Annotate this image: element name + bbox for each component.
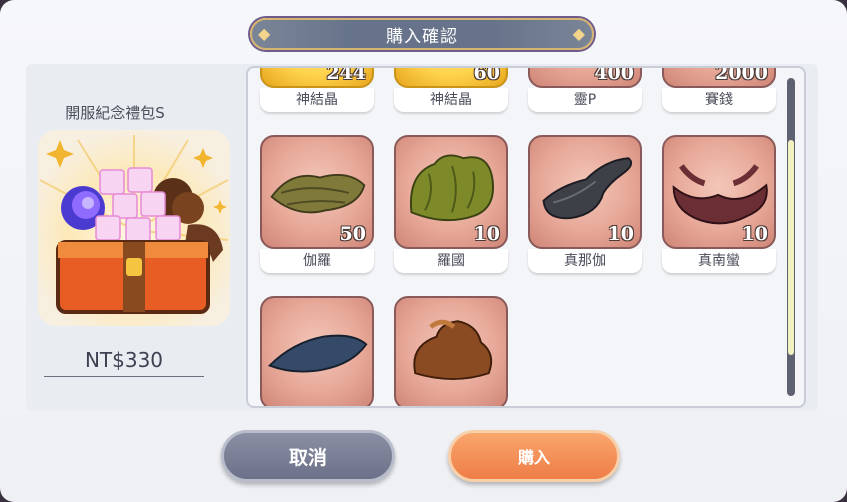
item-label: 神結晶 <box>394 88 508 112</box>
dialog-title-bar: ◆ 購入確認 ◆ <box>250 18 594 50</box>
item-cell[interactable]: 400 靈P <box>528 66 642 114</box>
item-quantity: 10 <box>607 223 634 245</box>
item-cell[interactable]: 10 羅國 <box>394 135 508 275</box>
item-cell[interactable]: 10 真南蠻 <box>662 135 776 275</box>
title-ornament-right-icon: ◆ <box>572 24 586 43</box>
item-tile: 10 <box>394 135 508 249</box>
cancel-button[interactable]: 取消 <box>221 430 395 482</box>
item-quantity: 60 <box>473 66 500 84</box>
treasure-chest-icon <box>38 130 230 326</box>
dialog-title: 購入確認 <box>386 26 458 47</box>
item-tile: 400 <box>528 66 642 88</box>
item-tile: 60 <box>394 66 508 88</box>
item-cell[interactable]: 60 神結晶 <box>394 66 508 114</box>
item-tile: 10 <box>528 135 642 249</box>
title-ornament-left-icon: ◆ <box>258 24 272 43</box>
item-quantity: 400 <box>594 66 634 84</box>
scrollbar-thumb[interactable] <box>788 140 794 355</box>
pack-name: 開服紀念禮包S <box>65 104 165 122</box>
item-label: 真那伽 <box>528 249 642 273</box>
item-label: 羅國 <box>394 249 508 273</box>
item-tile: 244 <box>260 66 374 88</box>
item-label: 神結晶 <box>260 88 374 112</box>
item-quantity: 50 <box>339 223 366 245</box>
item-quantity: 10 <box>473 223 500 245</box>
brown-wood-icon <box>413 319 493 380</box>
item-label: 真南蠻 <box>662 249 776 273</box>
item-cell[interactable]: 244 神結晶 <box>260 66 374 114</box>
item-quantity: 10 <box>741 223 768 245</box>
item-cell[interactable] <box>394 296 508 406</box>
item-grid-panel[interactable]: 244 神結晶 60 神結晶 400 靈P 2000 賽錢 50 伽羅 10 羅國 10 真那伽 10 真南蠻 <box>246 66 806 408</box>
pack-price: NT$330 <box>44 348 204 377</box>
item-cell[interactable]: 2000 賽錢 <box>662 66 776 114</box>
blue-wood-icon <box>267 334 368 373</box>
item-tile: 2000 <box>662 66 776 88</box>
item-tile: 50 <box>260 135 374 249</box>
item-label: 靈P <box>528 88 642 112</box>
item-tile <box>394 296 508 406</box>
item-quantity: 2000 <box>715 66 768 84</box>
purchase-dialog: ◆ 購入確認 ◆ 開服紀念禮包S NT$330 244 神結晶 60 神結晶 4… <box>0 0 847 502</box>
buy-button[interactable]: 購入 <box>448 430 620 482</box>
item-tile <box>260 296 374 406</box>
item-quantity: 244 <box>326 66 366 84</box>
item-cell[interactable]: 50 伽羅 <box>260 135 374 275</box>
scrollbar[interactable] <box>787 78 795 396</box>
item-cell[interactable]: 10 真那伽 <box>528 135 642 275</box>
item-label: 伽羅 <box>260 249 374 273</box>
item-cell[interactable] <box>260 296 374 406</box>
item-tile: 10 <box>662 135 776 249</box>
item-label: 賽錢 <box>662 88 776 112</box>
